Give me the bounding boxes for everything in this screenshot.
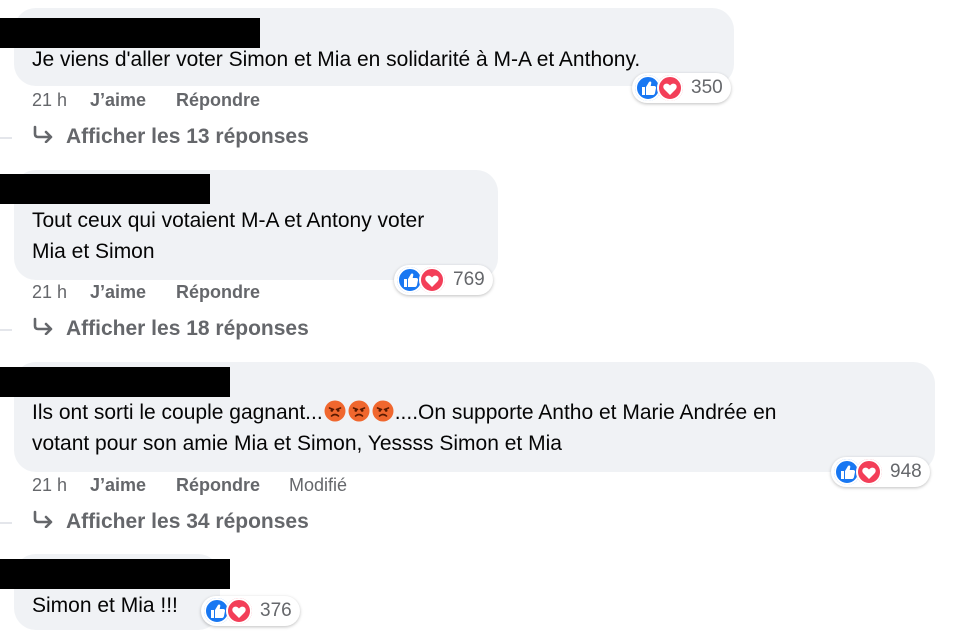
comment-text-part-1: Ils ont sorti le couple gagnant... [32,401,323,424]
redacted-author-name [0,559,230,589]
love-reaction-icon [657,75,683,101]
comment-text: Je viens d'aller voter Simon et Mia en s… [32,48,641,71]
comment-timestamp[interactable]: 21 h [32,282,90,303]
reply-arrow-icon [32,510,66,534]
view-replies-label: Afficher les 18 réponses [66,317,309,340]
view-replies-label: Afficher les 13 réponses [66,125,309,148]
reply-button[interactable]: Répondre [176,475,289,496]
like-button[interactable]: J’aime [90,90,176,111]
comment-timestamp[interactable]: 21 h [32,475,90,496]
reply-button[interactable]: Répondre [176,90,289,111]
edited-label: Modifié [289,475,348,495]
comment-text-line-1: Ils ont sorti le couple gagnant... ....On… [32,397,776,431]
reaction-summary[interactable]: 376 [201,596,300,626]
reply-button[interactable]: Répondre [176,282,289,303]
love-reaction-icon [856,459,882,485]
comment-actions: 21 h J’aime Répondre [32,90,289,111]
reaction-summary[interactable]: 948 [831,457,930,487]
thread-connector [0,522,12,524]
love-reaction-icon [226,598,252,624]
reaction-summary[interactable]: 350 [632,73,731,103]
redacted-author-name [0,174,210,204]
love-reaction-icon [419,267,445,293]
reaction-summary[interactable]: 769 [394,265,493,295]
view-replies-button[interactable]: Afficher les 18 réponses [32,317,309,341]
reaction-count: 350 [691,77,723,98]
redacted-author-name [0,367,230,397]
reply-arrow-icon [32,125,66,149]
view-replies-button[interactable]: Afficher les 13 réponses [32,125,309,149]
comment-text-part-2: ....On supporte Antho et Marie Andrée en [394,401,777,424]
comment-actions: 21 h J’aime Répondre [32,282,289,303]
angry-face-icon [371,399,395,431]
reaction-count: 376 [260,600,292,621]
comment-timestamp[interactable]: 21 h [32,90,90,111]
view-replies-label: Afficher les 34 réponses [66,510,309,533]
view-replies-button[interactable]: Afficher les 34 réponses [32,510,309,534]
angry-face-icon [347,399,371,431]
thread-connector [0,329,12,331]
reaction-count: 948 [890,461,922,482]
like-button[interactable]: J’aime [90,475,176,496]
angry-face-icon [323,399,347,431]
reply-arrow-icon [32,317,66,341]
reaction-count: 769 [453,269,485,290]
comment-text-line-1: Tout ceux qui votaient M-A et Antony vot… [32,209,425,232]
comment-text: Simon et Mia !!! [32,594,178,617]
thread-connector [0,137,12,139]
comment-actions: 21 h J’aime Répondre Modifié [32,475,347,496]
like-button[interactable]: J’aime [90,282,176,303]
comment-text-line-2: Mia et Simon [32,240,155,263]
comment-text-line-2: votant pour son amie Mia et Simon, Yesss… [32,432,562,455]
